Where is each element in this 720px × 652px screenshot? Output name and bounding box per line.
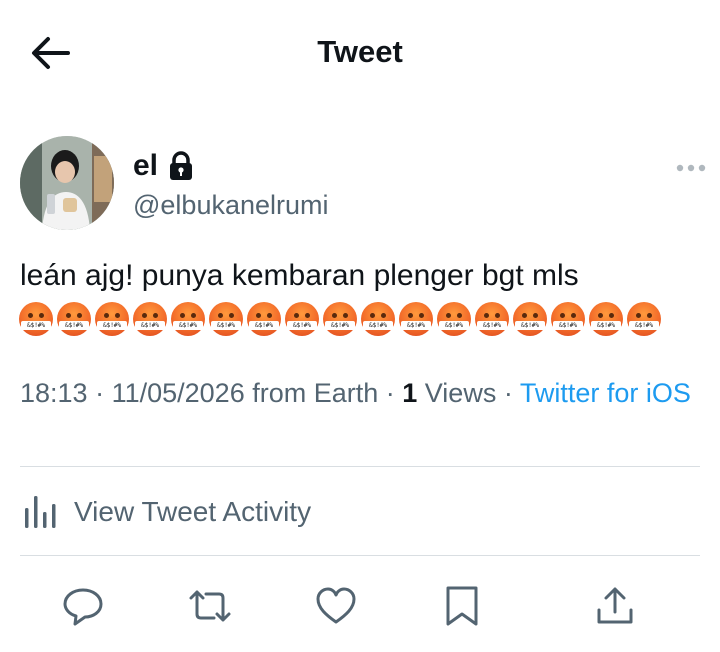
- more-icon: [676, 164, 706, 172]
- bookmark-icon: [446, 586, 478, 626]
- symbols-face-emoji-icon: &$!#%: [133, 302, 167, 336]
- page-title: Tweet: [317, 34, 403, 69]
- view-tweet-activity-button[interactable]: View Tweet Activity: [20, 480, 700, 544]
- symbols-face-emoji-icon: &$!#%: [323, 302, 357, 336]
- symbols-face-emoji-icon: &$!#%: [95, 302, 129, 336]
- symbols-face-emoji-icon: &$!#%: [475, 302, 509, 336]
- view-tweet-activity-label: View Tweet Activity: [74, 496, 312, 527]
- views-label: Views ·: [417, 378, 520, 408]
- symbols-face-emoji-icon: &$!#%: [551, 302, 585, 336]
- tweet-time: 18:13: [20, 378, 88, 408]
- avatar-image: [20, 136, 114, 230]
- symbols-face-emoji-icon: &$!#%: [513, 302, 547, 336]
- client-link[interactable]: Twitter for iOS: [520, 378, 691, 408]
- analytics-icon: [25, 496, 56, 528]
- author-row: el @elbukanelrumi: [20, 136, 706, 236]
- more-options-button[interactable]: [675, 160, 707, 176]
- tweet-text: leán ajg! punya kembaran plenger bgt mls: [20, 259, 579, 292]
- emoji-row: &$!#% &$!#% &$!#% &$!#% &$!#% &$!#% &$!#% &$!#%…: [19, 302, 665, 338]
- handle[interactable]: @elbukanelrumi: [133, 190, 329, 221]
- tweet-date: 11/05/2026: [111, 378, 245, 408]
- like-icon: [316, 587, 356, 624]
- divider: [20, 555, 700, 556]
- bookmark-button[interactable]: [440, 584, 484, 628]
- symbols-face-emoji-icon: &$!#%: [19, 302, 53, 336]
- action-bar: [0, 570, 720, 640]
- symbols-face-emoji-icon: &$!#%: [399, 302, 433, 336]
- lock-icon: [168, 151, 194, 181]
- symbols-face-emoji-icon: &$!#%: [57, 302, 91, 336]
- retweet-button[interactable]: [188, 584, 232, 628]
- display-name[interactable]: el: [133, 149, 158, 183]
- symbols-face-emoji-icon: &$!#%: [209, 302, 243, 336]
- meta-separator: ·: [87, 378, 112, 408]
- tweet-meta: 18:13 · 11/05/2026 from Earth · 1 Views …: [20, 376, 700, 410]
- share-button[interactable]: [593, 584, 637, 628]
- symbols-face-emoji-icon: &$!#%: [437, 302, 471, 336]
- share-icon: [597, 587, 633, 624]
- symbols-face-emoji-icon: &$!#%: [361, 302, 395, 336]
- symbols-face-emoji-icon: &$!#%: [247, 302, 281, 336]
- symbols-face-emoji-icon: &$!#%: [171, 302, 205, 336]
- reply-button[interactable]: [61, 584, 105, 628]
- views-count: 1: [402, 378, 418, 408]
- reply-icon: [63, 588, 103, 626]
- symbols-face-emoji-icon: &$!#%: [589, 302, 623, 336]
- symbols-face-emoji-icon: &$!#%: [285, 302, 319, 336]
- like-button[interactable]: [314, 584, 358, 628]
- tweet-location: from Earth ·: [244, 378, 403, 408]
- top-bar: Tweet: [0, 0, 720, 110]
- retweet-icon: [189, 590, 231, 622]
- avatar[interactable]: [20, 136, 114, 230]
- symbols-face-emoji-icon: &$!#%: [627, 302, 661, 336]
- divider: [20, 466, 700, 467]
